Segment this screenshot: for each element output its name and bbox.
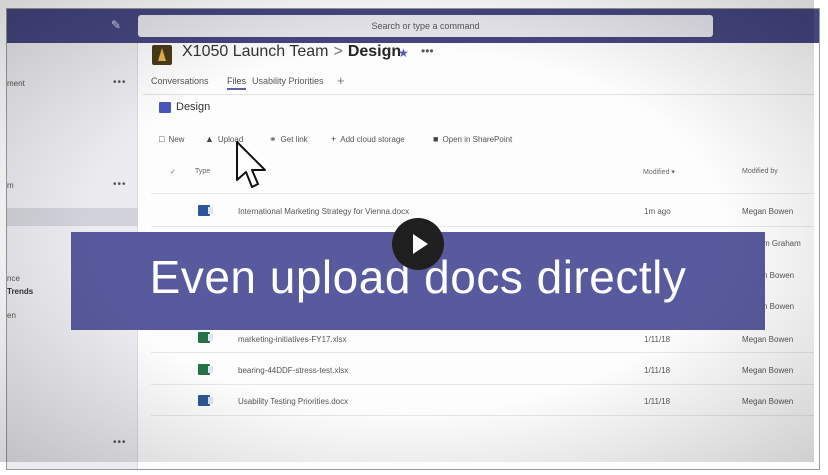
search-box[interactable]: Search or type a command bbox=[138, 15, 713, 37]
page-title: X1050 Launch Team > Design bbox=[182, 43, 401, 61]
word-file-icon bbox=[198, 395, 213, 406]
file-name[interactable]: bearing-44DDF-stress-test.xlsx bbox=[238, 366, 348, 375]
row-divider bbox=[151, 384, 814, 385]
compose-icon[interactable]: ✎ bbox=[111, 18, 125, 32]
file-name[interactable]: Usability Testing Priorities.docx bbox=[238, 397, 348, 406]
excel-file-icon bbox=[198, 364, 213, 375]
mouse-cursor-icon bbox=[236, 141, 266, 188]
header-divider bbox=[143, 94, 814, 95]
modified-date: 1/11/18 bbox=[644, 335, 671, 344]
column-header-modified-by[interactable]: Modified by bbox=[742, 168, 778, 175]
tab-usability-priorities[interactable]: Usability Priorities bbox=[252, 76, 324, 86]
team-name[interactable]: X1050 Launch Team bbox=[182, 43, 328, 60]
more-options-icon[interactable]: ••• bbox=[113, 437, 127, 448]
get-link-button[interactable]: ⚭ Get link bbox=[269, 134, 308, 145]
row-divider bbox=[151, 352, 814, 353]
sharepoint-library-icon bbox=[159, 102, 171, 113]
file-name[interactable]: marketing-initiatives-FY17.xlsx bbox=[238, 335, 346, 344]
selected-channel-highlight[interactable] bbox=[7, 208, 138, 226]
modified-by: Megan Bowen bbox=[742, 335, 794, 344]
channel-list-item[interactable]: en bbox=[7, 311, 16, 320]
modified-date: 1/11/18 bbox=[644, 366, 671, 375]
excel-file-icon bbox=[198, 332, 213, 343]
select-all-checkbox[interactable]: ✓ bbox=[170, 168, 176, 176]
channel-list-item[interactable]: m bbox=[7, 181, 14, 190]
channel-more-icon[interactable]: ••• bbox=[421, 44, 434, 58]
more-options-icon[interactable]: ••• bbox=[113, 77, 127, 88]
row-divider bbox=[151, 415, 814, 416]
channel-list-item[interactable]: ment bbox=[7, 79, 25, 88]
new-file-icon: □ bbox=[159, 134, 165, 144]
tab-files[interactable]: Files bbox=[227, 76, 247, 90]
add-tab-icon[interactable]: + bbox=[337, 73, 345, 88]
file-name[interactable]: International Marketing Strategy for Vie… bbox=[238, 207, 409, 216]
tab-conversations[interactable]: Conversations bbox=[151, 76, 209, 86]
modified-date: 1/11/18 bbox=[644, 397, 671, 406]
play-icon[interactable] bbox=[392, 218, 444, 270]
library-name: Design bbox=[176, 101, 211, 113]
word-file-icon bbox=[198, 205, 213, 216]
modified-by: n Bowen bbox=[763, 271, 795, 280]
modified-by: Megan Bowen bbox=[742, 366, 794, 375]
channel-name: Design bbox=[347, 43, 402, 60]
modified-by: m Graham bbox=[763, 239, 801, 248]
team-logo-icon bbox=[152, 45, 172, 65]
modified-by: Megan Bowen bbox=[742, 397, 794, 406]
plus-icon: + bbox=[331, 134, 337, 144]
modified-by: Megan Bowen bbox=[742, 207, 794, 216]
new-button[interactable]: □ New bbox=[159, 134, 184, 144]
column-header-type[interactable]: Type bbox=[195, 168, 210, 175]
add-cloud-storage-button[interactable]: + Add cloud storage bbox=[331, 134, 405, 144]
column-header-modified[interactable]: Modified ▾ bbox=[643, 168, 675, 176]
channel-list-item[interactable]: nce bbox=[7, 274, 20, 283]
open-in-sharepoint-button[interactable]: ■ Open in SharePoint bbox=[433, 134, 512, 144]
favorite-star-icon[interactable]: ★ bbox=[398, 46, 409, 60]
breadcrumb-separator: > bbox=[333, 43, 343, 60]
modified-date: 1m ago bbox=[644, 207, 671, 216]
sharepoint-icon: ■ bbox=[433, 134, 439, 144]
top-bar: ✎ Search or type a command bbox=[7, 9, 819, 43]
row-divider bbox=[151, 226, 814, 227]
modified-by: n Bowen bbox=[763, 302, 795, 311]
more-options-icon[interactable]: ••• bbox=[113, 179, 127, 190]
upload-icon: ▲ bbox=[205, 134, 214, 144]
channel-list-item[interactable]: Trends bbox=[7, 287, 33, 296]
